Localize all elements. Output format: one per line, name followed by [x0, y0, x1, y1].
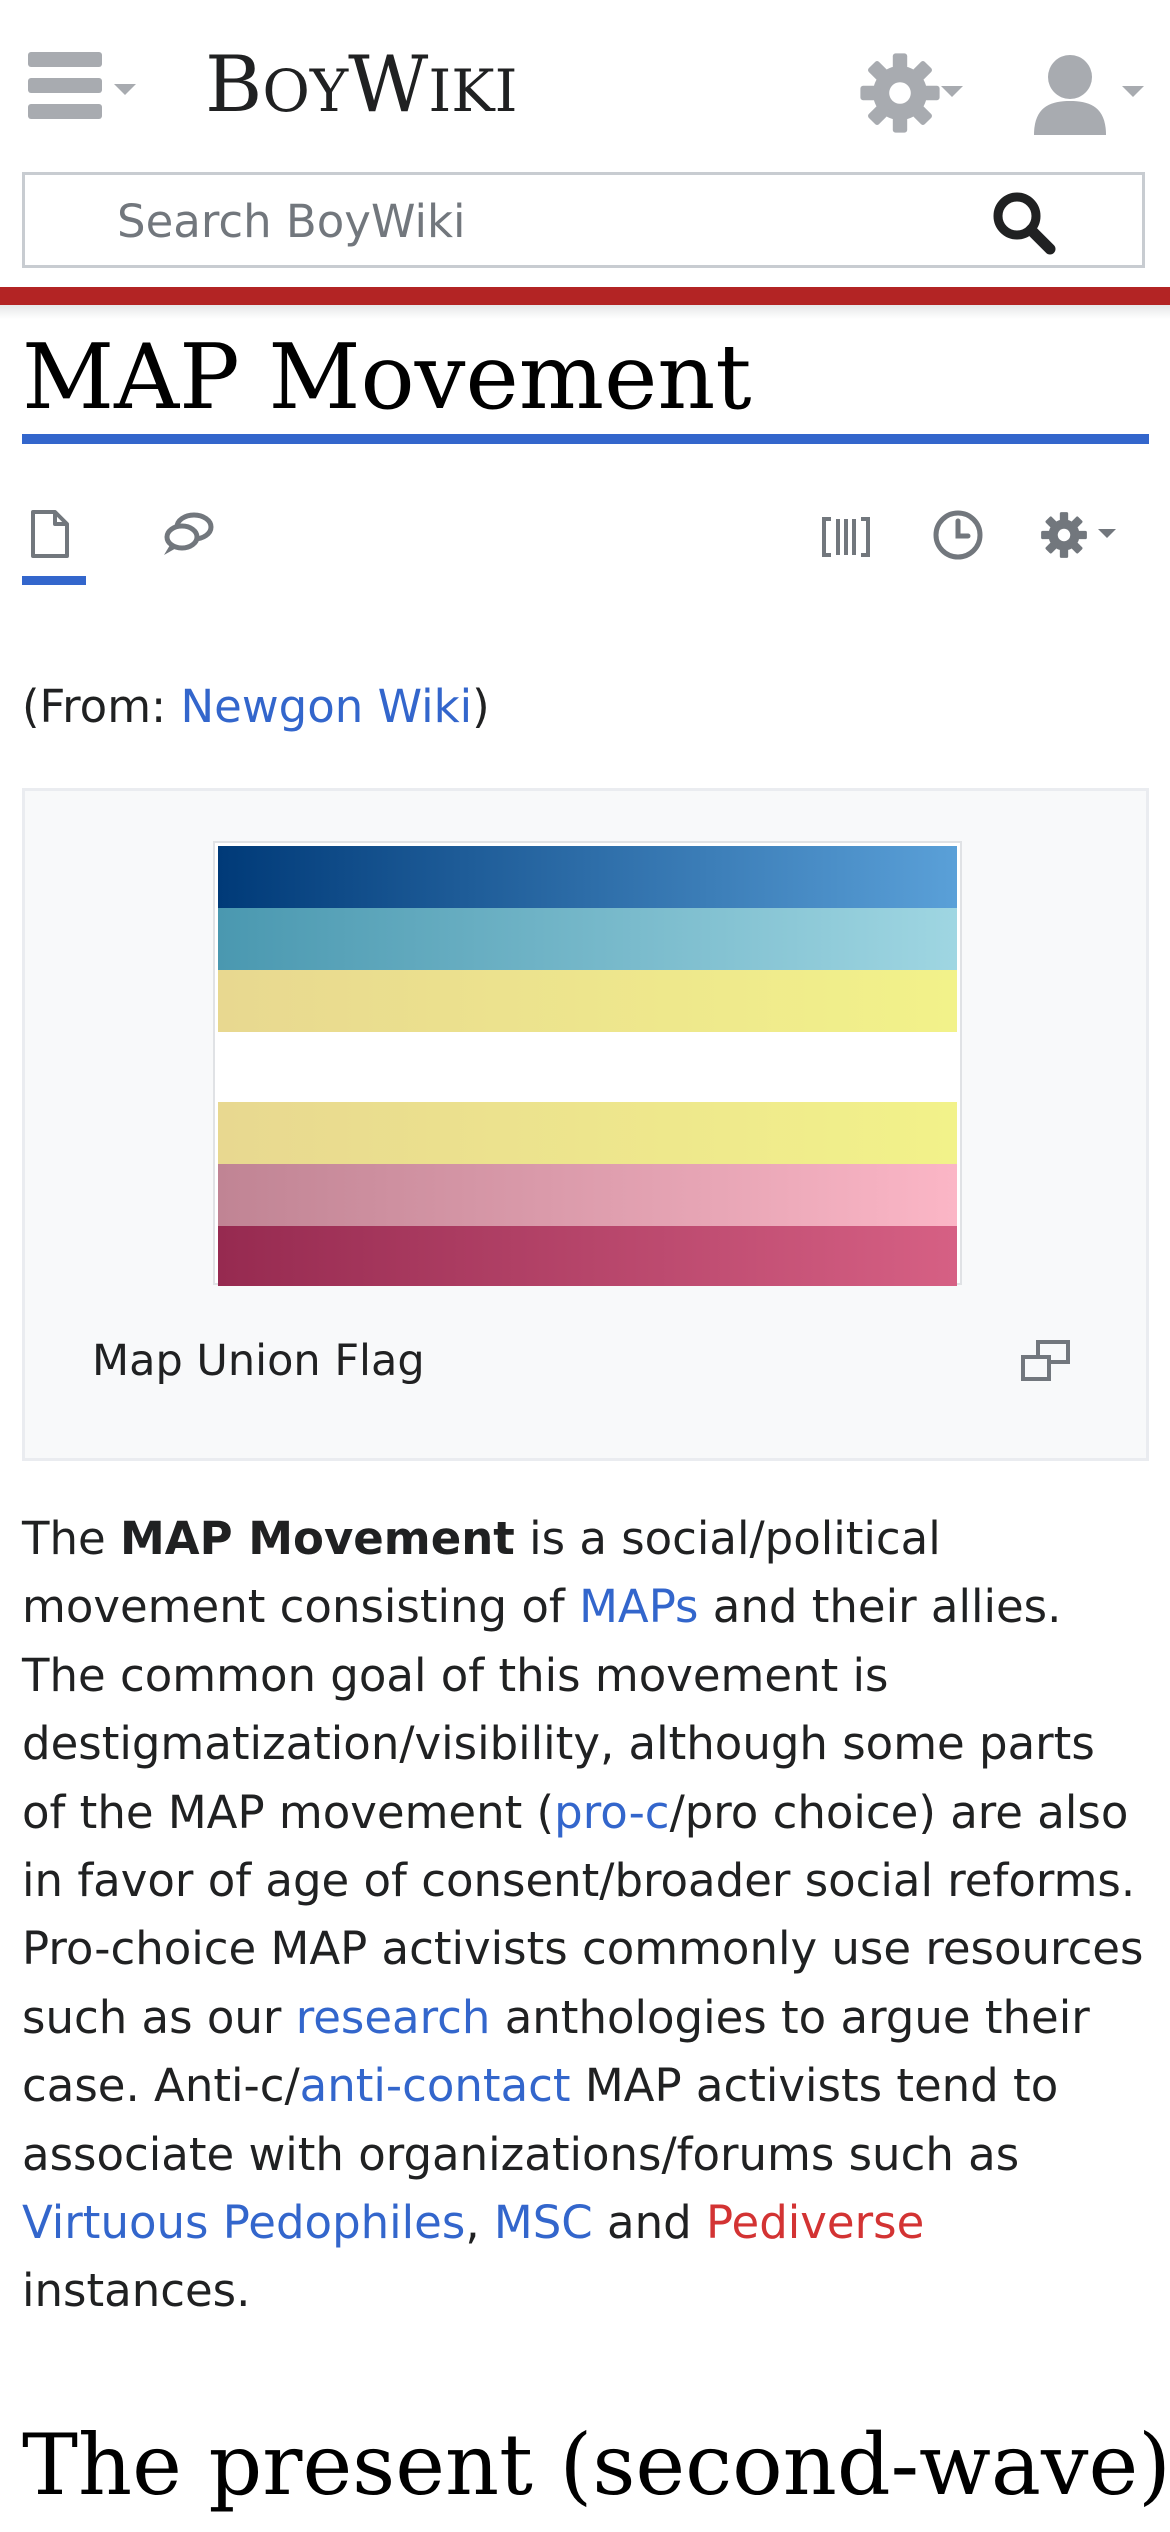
chevron-down-icon — [941, 86, 963, 97]
chevron-down-icon — [1098, 529, 1116, 538]
msc-link[interactable]: MSC — [494, 2196, 593, 2249]
header-shadow — [0, 305, 1170, 319]
image-caption: Map Union Flag — [92, 1336, 425, 1386]
tab-talk[interactable] — [158, 505, 218, 565]
image-thumbnail: Map Union Flag — [22, 788, 1149, 1461]
history-icon — [933, 510, 983, 560]
user-icon — [1034, 55, 1106, 135]
intro-paragraph: The MAP Movement is a social/political m… — [22, 1512, 1144, 2318]
page-title: MAP Movement — [22, 325, 752, 430]
anti-contact-link[interactable]: anti-contact — [300, 2059, 571, 2112]
section-heading: The present (second-wave) — [22, 2416, 1170, 2514]
bold-term: MAP Movement — [120, 1512, 515, 1565]
search-input[interactable] — [115, 175, 969, 267]
chevron-down-icon — [1122, 86, 1144, 97]
active-tab-indicator — [22, 576, 86, 585]
map-union-flag-image[interactable] — [215, 843, 960, 1286]
flag-stripe — [218, 1226, 957, 1286]
magnify-clip-icon[interactable] — [1020, 1339, 1072, 1383]
newgon-wiki-link[interactable]: Newgon Wiki — [181, 680, 473, 733]
gear-icon — [860, 53, 940, 133]
gear-icon — [1041, 512, 1087, 558]
site-logo[interactable]: B OY W IKI — [205, 40, 518, 130]
search-icon[interactable] — [990, 189, 1056, 255]
pro-c-link[interactable]: pro-c — [554, 1786, 669, 1839]
pediverse-redlink[interactable]: Pediverse — [706, 2196, 924, 2249]
main-menu-button[interactable] — [28, 50, 140, 132]
flag-stripe — [218, 846, 957, 908]
source-note: (From: Newgon Wiki) — [22, 680, 490, 733]
history-button[interactable] — [928, 505, 988, 565]
flag-stripe — [218, 908, 957, 970]
page-icon — [31, 510, 69, 558]
settings-button[interactable] — [855, 48, 975, 138]
site-header: B OY W IKI — [0, 0, 1170, 170]
title-underline — [22, 434, 1149, 444]
talk-icon — [164, 512, 214, 555]
language-brackets-icon — [822, 517, 870, 557]
research-link[interactable]: research — [296, 1991, 491, 2044]
flag-stripe — [218, 1164, 957, 1226]
flag-stripe — [218, 970, 957, 1032]
flag-stripe — [218, 1102, 957, 1164]
language-button[interactable] — [818, 505, 874, 565]
header-accent-bar — [0, 287, 1170, 305]
search-box — [22, 172, 1145, 268]
maps-link[interactable]: MAPs — [579, 1580, 698, 1633]
user-menu-button[interactable] — [1030, 48, 1155, 138]
tab-article[interactable] — [26, 505, 76, 565]
chevron-down-icon — [114, 84, 136, 95]
flag-stripe — [218, 1032, 957, 1102]
article-body: The MAP Movement is a social/political m… — [22, 1505, 1152, 2326]
virtuous-pedophiles-link[interactable]: Virtuous Pedophiles — [22, 2196, 465, 2249]
page-settings-button[interactable] — [1038, 505, 1138, 565]
